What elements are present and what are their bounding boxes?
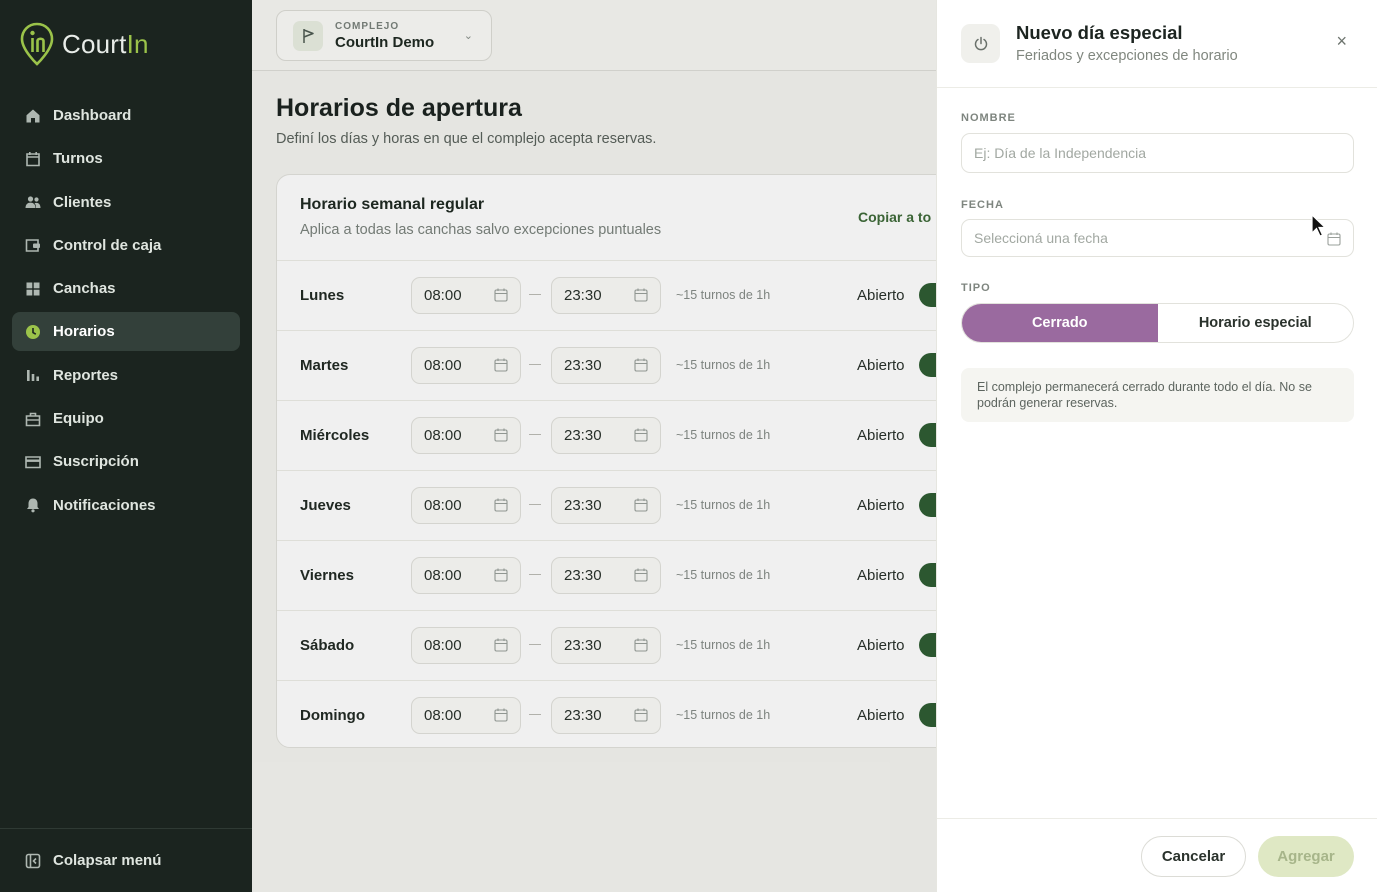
- name-input[interactable]: [961, 133, 1354, 173]
- name-field-label: NOMBRE: [961, 112, 1016, 124]
- panel-title: Nuevo día especial: [1016, 22, 1183, 43]
- calendar-icon: [1327, 232, 1341, 246]
- sidebar-item-equipo[interactable]: Equipo: [12, 399, 240, 438]
- sidebar-item-label: Clientes: [53, 193, 112, 211]
- date-placeholder: Seleccioná una fecha: [974, 230, 1108, 246]
- panel-footer: Cancelar Agregar: [937, 818, 1377, 892]
- sidebar-item-label: Reportes: [53, 366, 119, 384]
- sidebar-item-label: Dashboard: [53, 107, 132, 124]
- brand-logo[interactable]: CourtIn: [20, 22, 149, 66]
- sidebar-item-clientes[interactable]: Clientes: [12, 183, 240, 222]
- sidebar-item-label: Equipo: [53, 410, 104, 428]
- date-field-label: FECHA: [961, 199, 1004, 211]
- type-option-cerrado[interactable]: Cerrado: [962, 304, 1158, 342]
- sidebar-item-dashboard[interactable]: Dashboard: [12, 96, 240, 135]
- cancel-button[interactable]: Cancelar: [1141, 836, 1246, 877]
- date-input[interactable]: Seleccioná una fecha: [961, 219, 1354, 257]
- sidebar-item-label: Turnos: [53, 150, 103, 168]
- type-field-label: TIPO: [961, 282, 991, 294]
- sidebar-item-suscripcion[interactable]: Suscripción: [12, 442, 240, 481]
- bell-icon: [24, 496, 42, 514]
- sidebar-item-reportes[interactable]: Reportes: [12, 356, 240, 395]
- sidebar-item-label: Notificaciones: [53, 496, 156, 514]
- modal-backdrop[interactable]: [252, 0, 936, 892]
- type-segmented-control: Cerrado Horario especial: [961, 303, 1354, 343]
- type-description-note: El complejo permanecerá cerrado durante …: [961, 368, 1354, 422]
- add-button[interactable]: Agregar: [1258, 836, 1354, 877]
- location-pin-logo-icon: [20, 22, 54, 66]
- panel-subtitle: Feriados y excepciones de horario: [1016, 48, 1238, 64]
- clock-icon: [24, 323, 42, 341]
- sidebar-item-label: Horarios: [53, 323, 115, 341]
- collapse-menu-label: Colapsar menú: [53, 852, 162, 869]
- bar-chart-icon: [24, 366, 42, 384]
- sidebar-item-turnos[interactable]: Turnos: [12, 139, 240, 178]
- sidebar-item-notificaciones[interactable]: Notificaciones: [12, 486, 240, 525]
- grid-icon: [24, 280, 42, 298]
- wallet-icon: [24, 236, 42, 254]
- briefcase-icon: [24, 410, 42, 428]
- type-option-horario-especial[interactable]: Horario especial: [1158, 304, 1354, 342]
- brand-name: CourtIn: [62, 28, 149, 59]
- power-icon: [961, 24, 1000, 63]
- special-day-panel: Nuevo día especial Feriados y excepcione…: [936, 0, 1377, 892]
- sidebar-item-canchas[interactable]: Canchas: [12, 269, 240, 308]
- sidebar-item-label: Control de caja: [53, 236, 162, 254]
- collapse-menu-button[interactable]: Colapsar menú: [0, 828, 252, 892]
- panel-header: Nuevo día especial Feriados y excepcione…: [937, 0, 1377, 88]
- sidebar-item-label: Canchas: [53, 280, 116, 298]
- sidebar-item-horarios[interactable]: Horarios: [12, 312, 240, 352]
- sidebar: CourtIn Dashboard Turnos Clientes Contro…: [0, 0, 252, 892]
- collapse-sidebar-icon: [24, 852, 42, 870]
- calendar-icon: [24, 150, 42, 168]
- sidebar-nav: Dashboard Turnos Clientes Control de caj…: [12, 96, 240, 529]
- credit-card-icon: [24, 453, 42, 471]
- users-icon: [24, 193, 42, 211]
- home-icon: [24, 107, 42, 125]
- sidebar-item-control-de-caja[interactable]: Control de caja: [12, 226, 240, 265]
- sidebar-item-label: Suscripción: [53, 453, 139, 471]
- close-icon[interactable]: ×: [1336, 32, 1347, 50]
- mouse-cursor-icon: [1311, 214, 1327, 237]
